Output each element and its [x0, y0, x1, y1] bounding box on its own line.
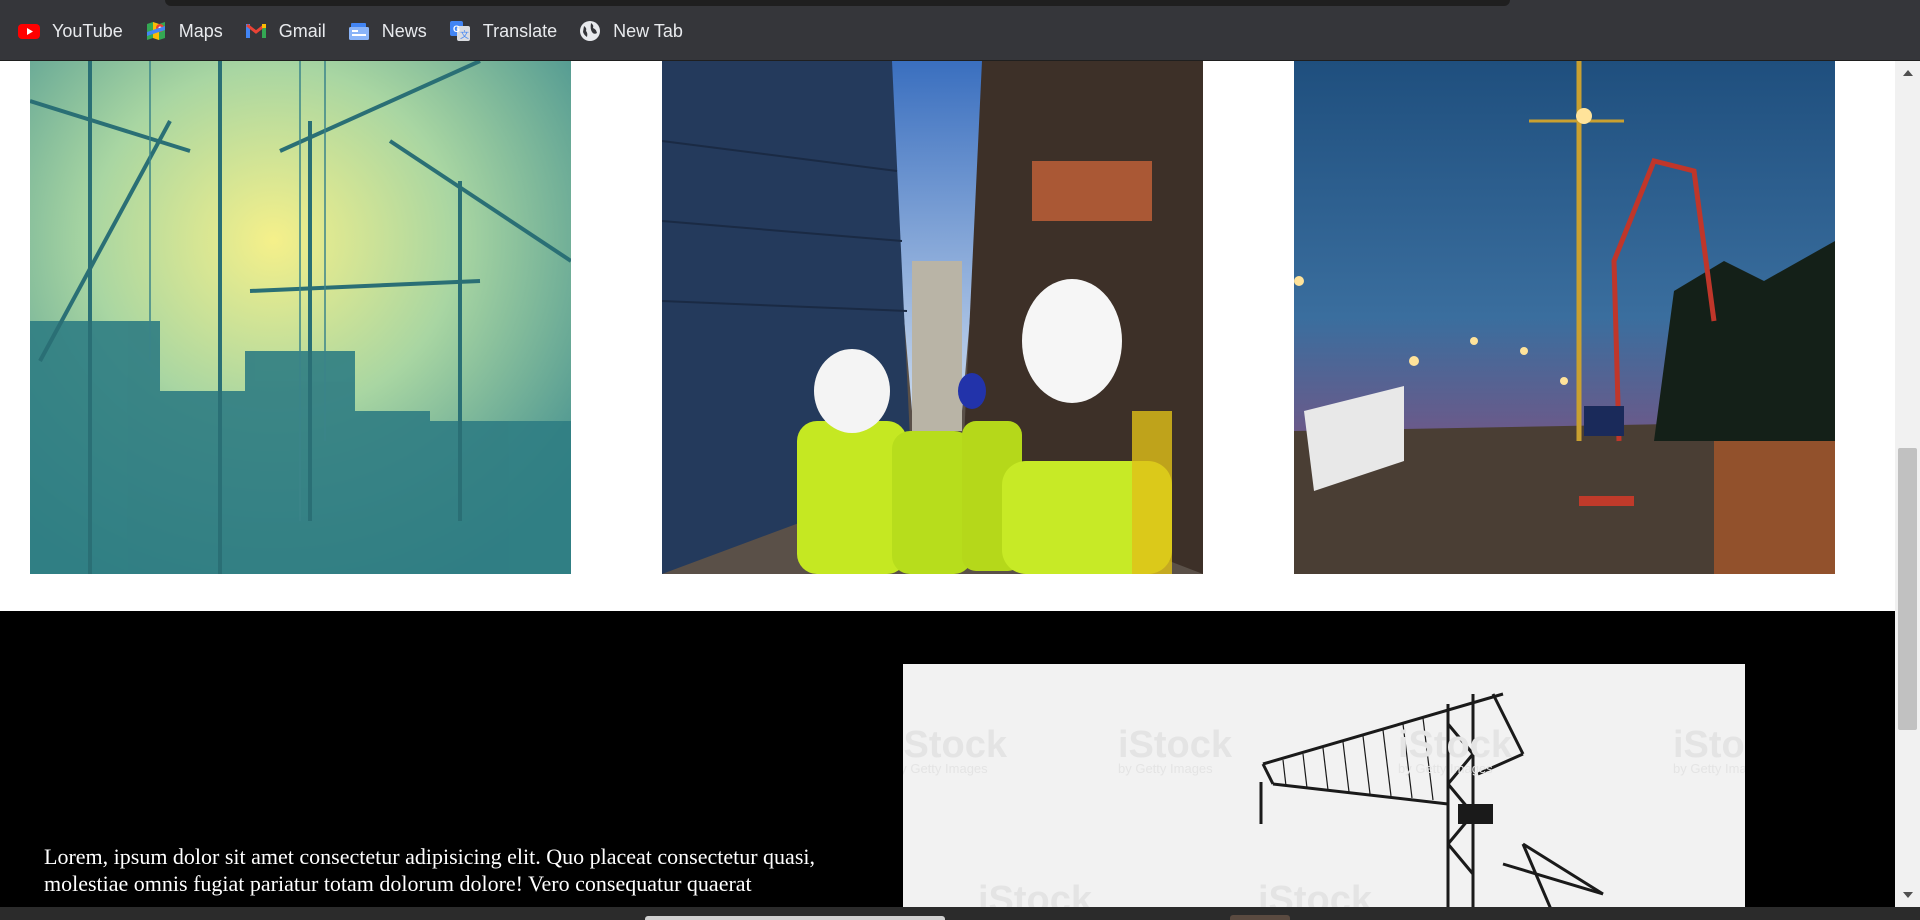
bottom-edge — [0, 907, 1920, 920]
bookmarks-bar: YouTube Maps Gmail News G文 Translate New… — [0, 0, 1920, 61]
bookmark-label: New Tab — [613, 20, 683, 41]
stock-watermark: iStock — [978, 879, 1093, 907]
bookmarks-list: YouTube Maps Gmail News G文 Translate New… — [18, 18, 705, 44]
gallery-image-workers — [662, 61, 1203, 574]
bookmark-youtube[interactable]: YouTube — [18, 18, 123, 44]
page-viewport: Lorem, ipsum dolor sit amet consectetur … — [0, 61, 1895, 907]
bookmark-new-tab[interactable]: New Tab — [579, 18, 683, 44]
address-bar-edge — [165, 0, 1510, 6]
bookmark-maps[interactable]: Maps — [145, 18, 223, 44]
scrollbar-thumb[interactable] — [1898, 448, 1917, 730]
svg-text:G: G — [453, 24, 460, 34]
about-text: Lorem, ipsum dolor sit amet consectetur … — [44, 844, 815, 896]
stock-image-crane: iStockby Getty Images iStockby Getty Ima… — [903, 664, 1745, 907]
stock-watermark: iStockby Getty Images — [1118, 724, 1233, 776]
globe-icon — [579, 20, 601, 42]
download-bar-item[interactable] — [645, 916, 945, 920]
image-gallery — [0, 61, 1895, 611]
news-icon — [348, 20, 370, 42]
about-section: Lorem, ipsum dolor sit amet consectetur … — [0, 611, 1895, 907]
bookmark-news[interactable]: News — [348, 18, 427, 44]
stock-watermark: iStockby Getty Images — [1398, 724, 1513, 776]
bookmark-label: Gmail — [278, 20, 326, 41]
bookmark-translate[interactable]: G文 Translate — [449, 18, 557, 44]
bookmark-label: News — [381, 20, 427, 41]
page-scrollbar[interactable] — [1895, 61, 1920, 907]
svg-text:文: 文 — [460, 29, 469, 40]
bookmark-gmail[interactable]: Gmail — [245, 18, 326, 44]
stock-watermark: iStockby Getty Images — [903, 724, 1008, 776]
stock-watermark: iStockby Getty Images — [1673, 724, 1745, 776]
gallery-image-cranes — [30, 61, 571, 574]
gmail-icon — [245, 20, 267, 42]
scroll-up-arrow-icon[interactable] — [1903, 70, 1913, 76]
gallery-image-dusk-site — [1294, 61, 1835, 574]
avatar[interactable] — [1230, 915, 1290, 920]
stock-watermark: iStock — [1258, 879, 1373, 907]
youtube-icon — [18, 20, 40, 42]
bookmark-label: YouTube — [52, 20, 123, 41]
bookmark-label: Translate — [482, 20, 558, 41]
bookmark-label: Maps — [178, 20, 223, 41]
translate-icon: G文 — [449, 20, 471, 42]
maps-icon — [145, 20, 167, 42]
scroll-down-arrow-icon[interactable] — [1903, 892, 1913, 898]
